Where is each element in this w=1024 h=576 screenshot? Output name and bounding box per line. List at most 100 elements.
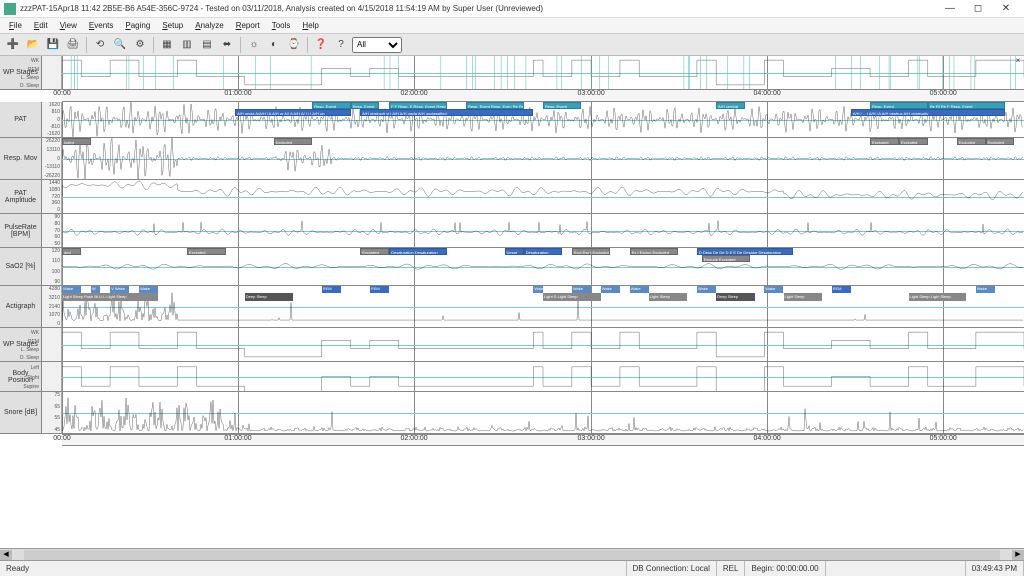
sleep-stage-segment[interactable]: Wake [139,286,158,293]
sleep-stage-segment[interactable]: REM [832,286,851,293]
event-filter-select[interactable]: All [352,37,402,53]
minimize-button[interactable]: — [936,1,964,17]
toolbar-btn-9[interactable]: ▤ [198,36,216,54]
event-tag[interactable]: Resp. Event [351,102,380,109]
scroll-right-arrow[interactable]: ▶ [1012,550,1024,560]
channel-sao2: SaO2 [%]12011010090dedExcludedExcludedDe… [0,248,1024,286]
channel-body-pos: Body PositionLeftRightSupine [0,362,1024,392]
sleep-stage-segment[interactable]: REM [322,286,341,293]
toolbar-btn-5[interactable]: 🔍 [111,36,129,54]
menu-analyze[interactable]: Analyze [190,20,228,31]
channel-plot-snore[interactable] [62,392,1024,433]
maximize-button[interactable]: ◻ [964,1,992,17]
event-tag[interactable]: Desat [505,248,524,255]
sleep-stage-segment[interactable]: Wake [697,286,716,293]
sleep-stage-segment[interactable]: Wake [976,286,995,293]
toolbar: ➕📂💾🖨 ⟲🔍⚙ ▦▥▤⬌ ☼◐⌚ ❓?All [0,34,1024,56]
sleep-stage-segment[interactable]: Wake [533,286,543,293]
toolbar-btn-13[interactable]: ⌚ [285,36,303,54]
event-tag[interactable]: A/H uncla A/A/H i A A/H ur A/I A A/H A/ … [235,109,350,116]
menu-help[interactable]: Help [297,20,323,31]
channel-plot-resp-mov[interactable]: ludedExcludedExcludedExcludedExcludedExc… [62,138,1024,179]
sleep-stage-segment[interactable]: Wake [601,286,620,293]
menu-file[interactable]: File [4,20,27,31]
event-tag[interactable]: Resp. Event [543,102,581,109]
close-button[interactable]: ✕ [992,1,1020,17]
scroll-track[interactable] [24,550,1000,560]
sleep-stage-segment[interactable]: Light S Light Sleep [543,293,601,301]
event-tag[interactable]: Excl Exc I Excluded [572,248,610,255]
channel-plot-wp-stages-top[interactable]: × [62,56,1024,89]
horizontal-scrollbar[interactable]: ◀ ▶ [0,548,1024,560]
toolbar-btn-7[interactable]: ▦ [158,36,176,54]
sleep-stage-segment[interactable]: REM [370,286,389,293]
event-tag[interactable]: Desaturation Desaturation [389,248,447,255]
sleep-stage-segment[interactable]: Light Sleep Light Sleep [909,293,967,301]
channel-plot-body-pos[interactable] [62,362,1024,391]
toolbar-btn-4[interactable]: ⟲ [91,36,109,54]
toolbar-btn-3[interactable]: 🖨 [64,36,82,54]
event-tag[interactable]: Excluded [899,138,928,145]
sleep-stage-segment[interactable]: Wake [62,286,81,293]
event-tag[interactable]: Resp. Event [870,102,928,109]
event-tag[interactable]: Excluded [187,248,225,255]
event-tag[interactable]: A/H central [716,102,745,109]
event-tag[interactable]: A/H i ... i A/H i A A/H obstruc A/H obst… [851,109,1005,116]
toolbar-btn-10[interactable]: ⬌ [218,36,236,54]
sleep-stage-segment[interactable]: Deep Sleep [716,293,754,301]
channel-plot-wp-stages-bot[interactable] [62,328,1024,361]
toolbar-btn-12[interactable]: ◐ [265,36,283,54]
menu-report[interactable]: Report [231,20,265,31]
event-tag[interactable]: Excluded [360,248,389,255]
channel-plot-actigraph[interactable]: Wake W V Wake Wake REM REM Wake Wake Wake Wake Wak… [62,286,1024,327]
menu-tools[interactable]: Tools [267,20,296,31]
event-tag[interactable]: Excluded [986,138,1015,145]
sleep-stage-segment[interactable]: V Wake [110,286,129,293]
event-tag[interactable]: D Desc De De D E E De Desatur Desaturati… [697,248,793,255]
channel-label-sao2: SaO2 [%] [0,248,42,285]
event-tag[interactable]: Resp. Event [312,102,350,109]
toolbar-btn-15[interactable]: ? [332,36,350,54]
sleep-stage-segment[interactable]: Deep Sleep [245,293,293,301]
channel-close-button[interactable]: × [1013,57,1023,67]
menu-setup[interactable]: Setup [157,20,188,31]
event-tag[interactable]: Excluded [957,138,986,145]
event-tag[interactable]: Excluded [870,138,899,145]
channel-plot-pulse[interactable] [62,214,1024,247]
event-tag[interactable]: Ex I Excluc Excluded [630,248,678,255]
event-tag[interactable]: Excluded [274,138,312,145]
time-axis-bottom: 00:0001:00:0002:00:0003:00:0004:00:0005:… [62,434,1024,446]
channel-label-actigraph: Actigraph [0,286,42,327]
event-tag[interactable]: Resp. Event Resp. Even Re Resp. Event [466,102,524,109]
toolbar-btn-11[interactable]: ☼ [245,36,263,54]
sleep-stage-segment[interactable]: Light Sleep [784,293,822,301]
channel-plot-pat[interactable]: Resp. EventResp. EventF F Resp. E Resp. … [62,102,1024,137]
channel-pat: PAT16208100-810-1620Resp. EventResp. Eve… [0,102,1024,138]
channel-plot-pat-amp[interactable] [62,180,1024,213]
event-tag[interactable]: Exclude Excluded [702,255,750,262]
toolbar-btn-1[interactable]: 📂 [24,36,42,54]
sleep-stage-segment[interactable]: W [91,286,101,293]
menu-events[interactable]: Events [84,20,118,31]
sleep-stage-segment[interactable]: Light Sleep Push Bi Li L Light Sleep [62,293,158,301]
menu-view[interactable]: View [55,20,82,31]
toolbar-btn-6[interactable]: ⚙ [131,36,149,54]
event-tag[interactable]: luded [62,138,91,145]
toolbar-btn-2[interactable]: 💾 [44,36,62,54]
menu-paging[interactable]: Paging [120,20,155,31]
sleep-stage-segment[interactable]: Wake [630,286,649,293]
toolbar-btn-0[interactable]: ➕ [4,36,22,54]
sleep-stage-segment[interactable]: Light Sleep [649,293,687,301]
toolbar-btn-8[interactable]: ▥ [178,36,196,54]
menu-edit[interactable]: Edit [29,20,53,31]
event-tag[interactable]: Desaturation [524,248,562,255]
event-tag[interactable]: ded [62,248,81,255]
event-tag[interactable]: Re Ri Re F Resp. Event [928,102,1005,109]
channel-plot-sao2[interactable]: dedExcludedExcludedDesaturation Desatura… [62,248,1024,285]
event-tag[interactable]: F F Resp. E Resp. Event Resp. Resp. Even… [389,102,447,109]
toolbar-btn-14[interactable]: ❓ [312,36,330,54]
sleep-stage-segment[interactable]: Wake [572,286,591,293]
sleep-stage-segment[interactable]: Wake [764,286,783,293]
event-tag[interactable]: A/H obstructi vi I A/H A/H uncla A/H unc… [360,109,533,116]
scroll-left-arrow[interactable]: ◀ [0,550,12,560]
